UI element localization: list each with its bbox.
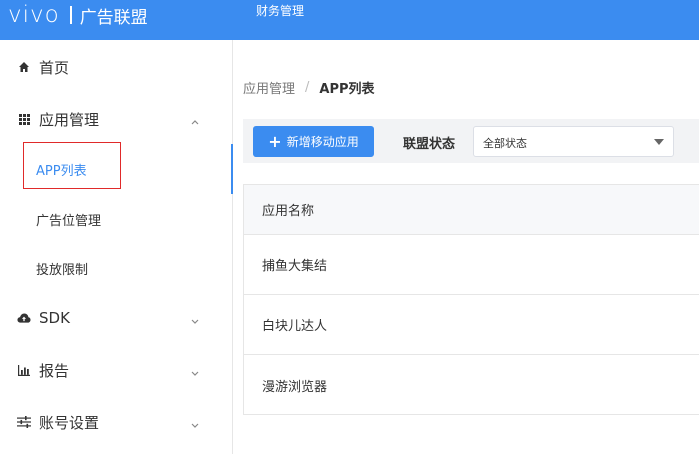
chevron-down-icon bbox=[189, 312, 201, 324]
grid-icon bbox=[17, 112, 31, 126]
brand-divider bbox=[69, 6, 72, 24]
sidebar-item-app-management[interactable]: 应用管理 bbox=[0, 99, 232, 139]
sidebar-item-sdk[interactable]: SDK bbox=[0, 298, 232, 338]
table-header: 应用名称 bbox=[244, 185, 699, 235]
status-filter-label: 联盟状态 bbox=[403, 137, 456, 152]
sidebar-subitem-label: 投放限制 bbox=[36, 262, 89, 278]
app-table: 应用名称 捕鱼大集结 白块儿达人 漫游浏览器 bbox=[243, 184, 699, 415]
sliders-icon bbox=[17, 415, 31, 429]
sidebar-subitem-label: 广告位管理 bbox=[36, 213, 102, 229]
caret-down-icon bbox=[654, 139, 664, 145]
status-select[interactable]: 全部状态 bbox=[473, 126, 674, 157]
table-row[interactable]: 捕鱼大集结 bbox=[244, 235, 699, 295]
sidebar-item-reports[interactable]: 报告 bbox=[0, 350, 232, 390]
sidebar-subitem-ad-slot-management[interactable]: 广告位管理 bbox=[0, 199, 232, 239]
plus-icon: + bbox=[268, 131, 282, 151]
table-cell-app-name: 白块儿达人 bbox=[262, 319, 328, 334]
top-nav-finance[interactable]: 财务管理 bbox=[256, 0, 304, 22]
home-icon bbox=[17, 60, 31, 74]
table-row[interactable]: 白块儿达人 bbox=[244, 295, 699, 355]
filter-toolbar: + 新增移动应用 联盟状态 全部状态 bbox=[243, 119, 699, 163]
breadcrumb-separator: / bbox=[305, 80, 310, 95]
column-header-app-name: 应用名称 bbox=[262, 204, 315, 219]
add-button-label: 新增移动应用 bbox=[286, 135, 359, 149]
status-select-value: 全部状态 bbox=[483, 137, 527, 150]
sidebar-subitem-delivery-limits[interactable]: 投放限制 bbox=[0, 248, 232, 288]
sidebar: 首页 应用管理 APP列表 广告位管理 投放限制 SDK 报告 账号设置 bbox=[0, 40, 233, 454]
sidebar-item-home[interactable]: 首页 bbox=[0, 47, 232, 87]
sidebar-item-label: 首页 bbox=[39, 58, 70, 77]
sidebar-item-label: 报告 bbox=[39, 361, 70, 380]
table-cell-app-name: 漫游浏览器 bbox=[262, 379, 328, 395]
top-bar: vivo 广告联盟 财务管理 bbox=[0, 0, 699, 40]
brand[interactable]: vivo 广告联盟 bbox=[8, 0, 148, 30]
bar-chart-icon bbox=[17, 363, 31, 377]
add-mobile-app-button[interactable]: + 新增移动应用 bbox=[253, 126, 374, 157]
chevron-down-icon bbox=[189, 416, 201, 428]
sidebar-item-label: 账号设置 bbox=[39, 413, 100, 432]
active-indicator bbox=[231, 144, 233, 194]
table-cell-app-name: 捕鱼大集结 bbox=[262, 259, 328, 274]
chevron-down-icon bbox=[189, 364, 201, 376]
vivo-logo: vivo bbox=[8, 2, 60, 28]
chevron-up-icon bbox=[189, 113, 201, 125]
sidebar-item-label: SDK bbox=[39, 309, 70, 327]
sidebar-item-account-settings[interactable]: 账号设置 bbox=[0, 402, 232, 442]
sidebar-item-label: 应用管理 bbox=[39, 110, 100, 129]
breadcrumb-app-management[interactable]: 应用管理 bbox=[243, 78, 295, 97]
product-name: 广告联盟 bbox=[79, 7, 148, 28]
breadcrumb-current: APP列表 bbox=[319, 82, 375, 97]
breadcrumb: 应用管理 / APP列表 bbox=[243, 78, 375, 97]
cloud-upload-icon bbox=[17, 311, 31, 325]
highlight-box bbox=[23, 142, 121, 189]
table-row[interactable]: 漫游浏览器 bbox=[244, 355, 699, 415]
